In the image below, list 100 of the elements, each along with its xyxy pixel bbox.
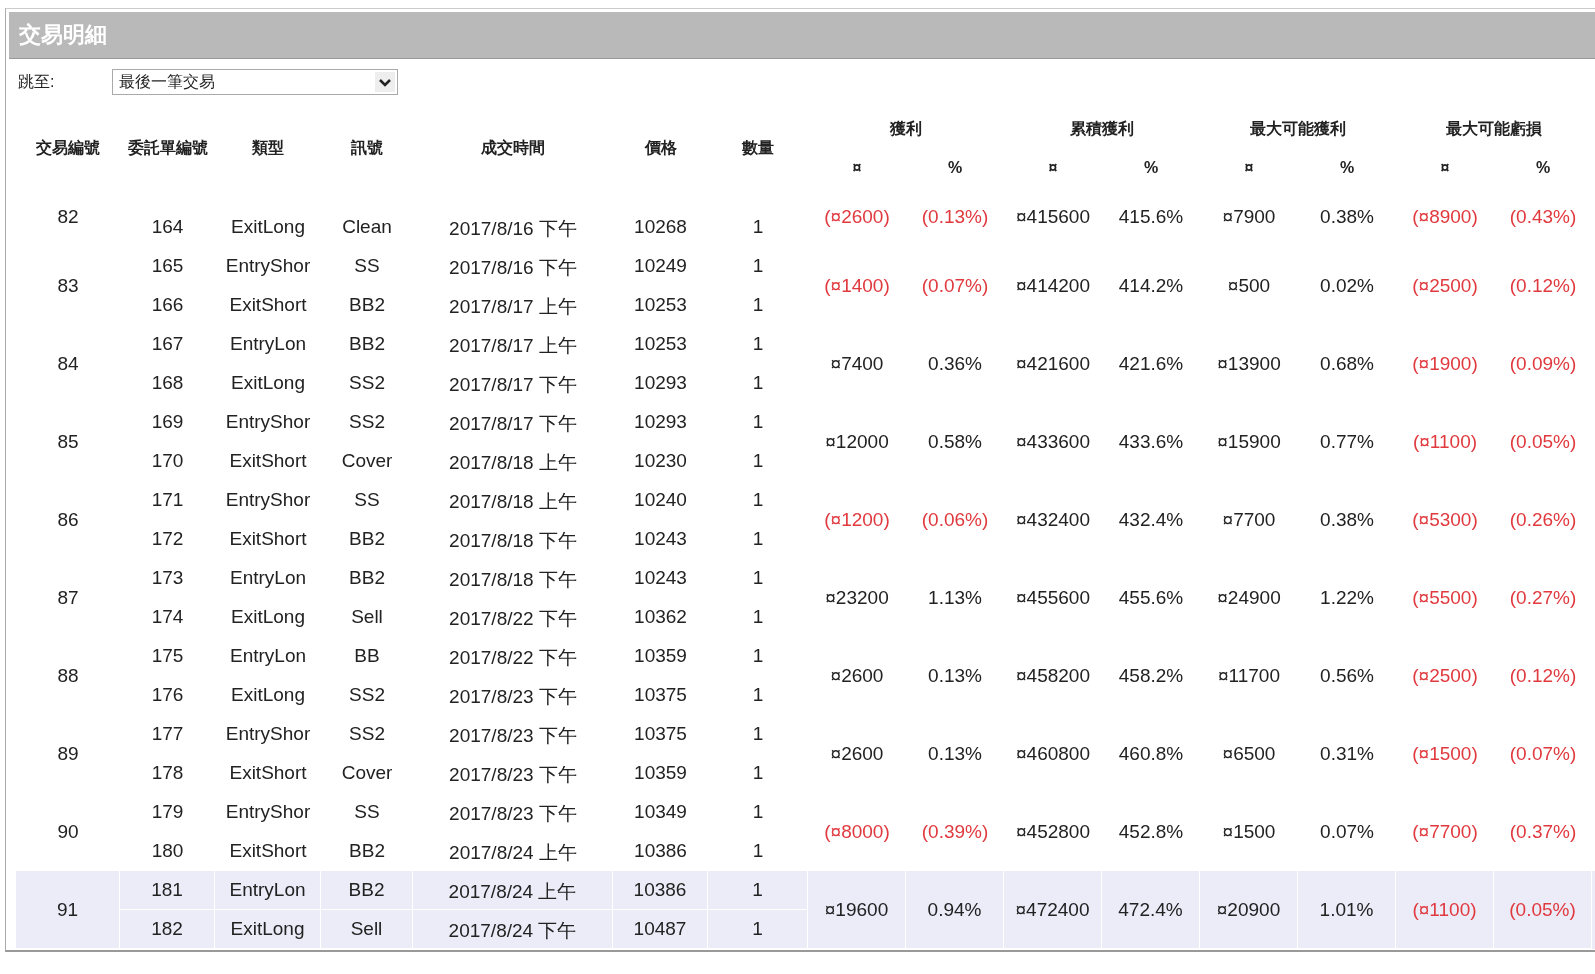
table-cell-text: ExitShort	[228, 839, 308, 863]
table-cell-text: (¤1400)	[823, 274, 891, 298]
column-header: %	[946, 158, 964, 178]
trade-row[interactable]: 85 169 EntryShor SS2 2017/8/17 下午 10293 1 170 ExitShort Cover 2017/8/18 上午 10230 1 ¤12000 0.58% ¤433600 433.6% ¤15900 0.77% (¤1100) (0.05%)	[16, 403, 1595, 481]
column-header: ¤	[851, 158, 863, 178]
table-cell-text: SS2	[348, 722, 386, 746]
table-cell-text: (¤8000)	[823, 820, 891, 844]
table-cell-text: 10240	[633, 488, 688, 512]
table-cell: 91	[16, 871, 120, 949]
table-cell: EntryLon	[215, 871, 321, 910]
table-cell-text: ¤23200	[824, 586, 890, 610]
table-cell-text: (¤1100)	[1411, 430, 1479, 454]
table-cell-text: (0.39%)	[920, 820, 990, 844]
table-cell-text: (¤2500)	[1411, 664, 1479, 688]
trade-row[interactable]: 88 175 EntryLon BB 2017/8/22 下午 10359 1 176 ExitLong SS2 2017/8/23 下午 10375 1 ¤2600 0.13% ¤458200 458.2% ¤11700 0.56% (¤2500) (0.12%)	[16, 637, 1595, 715]
table-cell-text: 1	[751, 449, 765, 473]
table-cell-text: 0.38%	[1319, 205, 1375, 229]
table-cell-text: 1	[751, 683, 765, 707]
table-cell-text: ¤455600	[1015, 586, 1091, 610]
table-cell-text: 455.6%	[1117, 586, 1185, 610]
table-cell-text: 10375	[633, 683, 688, 707]
table-cell: 0.94%	[906, 871, 1004, 949]
table-cell-text: 2017/8/23 下午	[448, 802, 578, 826]
table-cell-text: 0.77%	[1319, 430, 1375, 454]
trade-row[interactable]: 82 164 ExitLong Clean 2017/8/16 下午 10268 1 (¤2600) (0.13%) ¤415600 415.6% ¤7900 0.38% (¤8900) (0.43%)	[16, 187, 1595, 247]
table-cell-text: 10253	[633, 332, 688, 356]
column-group-header: 最大可能虧損	[1445, 118, 1543, 139]
table-cell-text: ExitLong	[230, 371, 306, 395]
table-cell-text: 10253	[633, 293, 688, 317]
table-cell: (0.05%)	[1494, 871, 1592, 949]
table-cell-text: 1	[751, 800, 765, 824]
table-cell-text: 10375	[633, 722, 688, 746]
table-cell-text: Cover	[340, 761, 394, 785]
panel-title: 交易明細	[19, 21, 107, 49]
trade-row[interactable]: 91 181 EntryLon BB2 2017/8/24 上午 10386 1 182 ExitLong Sell 2017/8/24 下午 10487 1 ¤19600 0.94% ¤472400 472.4% ¤20900 1.01% (¤1100) (0.05%)	[16, 871, 1595, 949]
trade-row[interactable]: 87 173 EntryLon BB2 2017/8/18 下午 10243 1 174 ExitLong Sell 2017/8/22 下午 10362 1 ¤23200 1.13% ¤455600 455.6% ¤24900 1.22% (¤5500) (0.27%)	[16, 559, 1595, 637]
table-cell-text: 2017/8/22 下午	[448, 646, 578, 670]
trade-row[interactable]: 86 171 EntryShor SS 2017/8/18 上午 10240 1 172 ExitShort BB2 2017/8/18 下午 10243 1 (¤1200) (0.06%) ¤432400 432.4% ¤7700 0.38% (¤5300) (0.26%)	[16, 481, 1595, 559]
table-cell-text: 10362	[633, 605, 688, 629]
table-cell-text: (0.05%)	[1508, 430, 1578, 454]
table-cell-text: 82	[56, 205, 80, 229]
table-cell-text: 2017/8/23 下午	[448, 763, 578, 787]
table-cell-text: 1	[751, 839, 765, 863]
table-cell: 10487	[613, 910, 708, 949]
table-cell-text: ¤433600	[1015, 430, 1091, 454]
table-cell-text: 10268	[633, 215, 688, 239]
table-cell-text: 164	[150, 215, 185, 239]
trade-row[interactable]: 90 179 EntryShor SS 2017/8/23 下午 10349 1 180 ExitShort BB2 2017/8/24 上午 10386 1 (¤8000) (0.39%) ¤452800 452.8% ¤1500 0.07% (¤7700) (0.37%)	[16, 793, 1595, 871]
table-cell-text: ¤12000	[824, 430, 890, 454]
jump-label: 跳至:	[18, 71, 56, 92]
table-cell-text: 1	[751, 722, 765, 746]
column-header: ¤	[1439, 158, 1451, 178]
table-cell-text: 0.13%	[927, 742, 983, 766]
table-cell-text: SS2	[348, 683, 386, 707]
column-header: 類型	[251, 137, 285, 158]
table-cell-text: Sell	[350, 605, 384, 629]
table-cell-text: (0.06%)	[920, 508, 990, 532]
table-cell-text: BB	[353, 644, 381, 668]
trade-row[interactable]: 83 165 EntryShor SS 2017/8/16 下午 10249 1 166 ExitShort BB2 2017/8/17 上午 10253 1 (¤1400) (0.07%) ¤414200 414.2% ¤500 0.02% (¤2500) (0.12%)	[16, 247, 1595, 325]
table-cell-text: 2017/8/24 上午	[448, 841, 578, 865]
table-cell-text: ¤452800	[1015, 820, 1091, 844]
table-cell-text: 10359	[633, 761, 688, 785]
table-cell: 181	[120, 871, 215, 910]
table-cell-text: 1	[751, 644, 765, 668]
table-cell-text: 0.36%	[927, 352, 983, 376]
table-cell-text: 1	[751, 527, 765, 551]
table-cell-text: BB2	[348, 839, 386, 863]
table-cell: 2017/8/24 上午	[413, 871, 613, 910]
table-cell-text: 1	[751, 293, 765, 317]
table-cell-text: SS2	[348, 371, 386, 395]
trade-row[interactable]: 89 177 EntryShor SS2 2017/8/23 下午 10375 1 178 ExitShort Cover 2017/8/23 下午 10359 1 ¤2600 0.13% ¤460800 460.8% ¤6500 0.31% (¤1500) (0.07%)	[16, 715, 1595, 793]
table-cell-text: ¤414200	[1015, 274, 1091, 298]
table-cell-text: BB2	[348, 527, 386, 551]
table-cell-text: 175	[150, 644, 185, 668]
table-cell-text: 10249	[633, 254, 688, 278]
table-cell-text: 170	[150, 449, 185, 473]
table-cell-text: (0.26%)	[1508, 508, 1578, 532]
table-cell-text: ExitLong	[230, 683, 306, 707]
table-cell-text: 432.4%	[1117, 508, 1185, 532]
table-cell-text: (¤8900)	[1411, 205, 1479, 229]
table-cell-text: EntryShor	[224, 488, 312, 512]
table-cell-text: ¤415600	[1015, 205, 1091, 229]
table-cell-text: EntryShor	[224, 800, 312, 824]
column-header: 成交時間	[480, 137, 546, 158]
table-cell-text: 88	[56, 664, 80, 688]
table-cell-text: 1	[751, 566, 765, 590]
table-cell-text: 2017/8/23 下午	[448, 685, 578, 709]
column-header: ¤	[1243, 158, 1255, 178]
table-cell-text: EntryShor	[224, 254, 312, 278]
table-cell-text: 1.22%	[1319, 586, 1375, 610]
table-cell-text: 1.13%	[927, 586, 983, 610]
jump-dropdown[interactable]: 最後一筆交易	[112, 69, 398, 95]
table-cell-text: 415.6%	[1117, 205, 1185, 229]
table-cell-text: 177	[150, 722, 185, 746]
table-cell: ExitLong	[215, 910, 321, 949]
table-cell-text: (0.07%)	[920, 274, 990, 298]
table-cell-text: 2017/8/18 上午	[448, 451, 578, 475]
trade-row[interactable]: 84 167 EntryLon BB2 2017/8/17 上午 10253 1 168 ExitLong SS2 2017/8/17 下午 10293 1 ¤7400 0.36% ¤421600 421.6% ¤13900 0.68% (¤1900) (0.09%)	[16, 325, 1595, 403]
table-cell-text: 1	[751, 410, 765, 434]
table-cell-text: 168	[150, 371, 185, 395]
